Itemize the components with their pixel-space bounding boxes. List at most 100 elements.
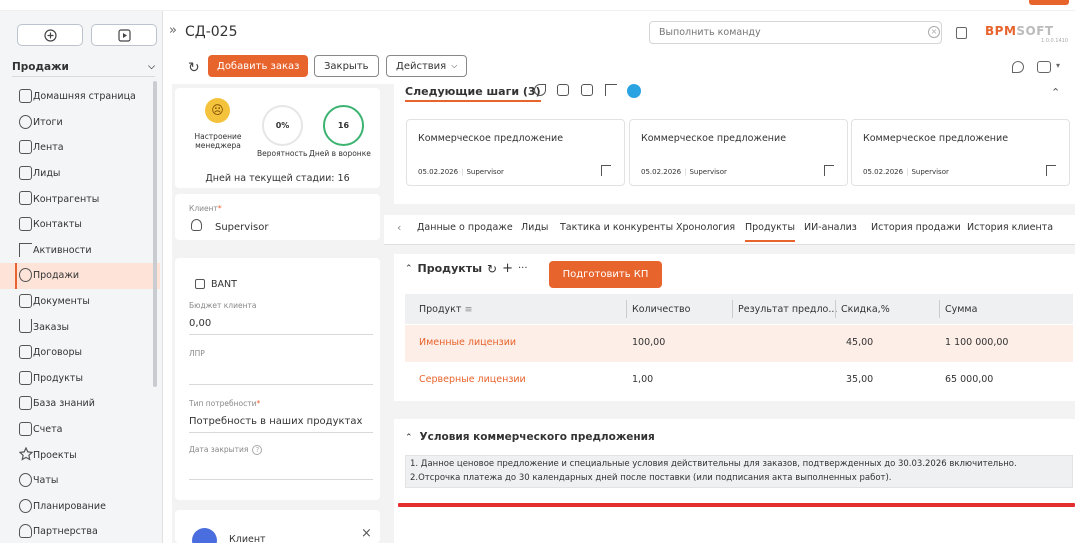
next-steps-title[interactable]: Следующие шаги (3) bbox=[405, 85, 541, 102]
refresh-icon[interactable]: ↻ bbox=[188, 60, 200, 76]
sidebar-item-totals[interactable]: Итоги bbox=[0, 110, 160, 136]
column-divider[interactable] bbox=[626, 300, 627, 318]
need-type-label-text: Тип потребности bbox=[189, 399, 257, 408]
budget-field[interactable]: 0,00 bbox=[189, 318, 211, 329]
help-icon[interactable]: ? bbox=[252, 445, 263, 455]
actions-button[interactable]: Действия ⌵ bbox=[386, 55, 468, 77]
flag-icon[interactable] bbox=[1046, 165, 1056, 176]
more-icon[interactable]: ··· bbox=[518, 263, 528, 274]
sidebar-section-select[interactable]: Продажи ⌵ bbox=[12, 57, 155, 77]
collapse-sidebar-icon[interactable]: » bbox=[169, 23, 177, 38]
next-step-card[interactable]: Коммерческое предложение 05.02.2026 | Supe… bbox=[851, 119, 1070, 186]
book-icon bbox=[19, 396, 32, 411]
next-step-card[interactable]: Коммерческое предложение 05.02.2026 | Supe… bbox=[629, 119, 848, 186]
tab-leads[interactable]: Лиды bbox=[521, 222, 548, 233]
tag-icon[interactable] bbox=[1012, 61, 1024, 73]
actions-label: Действия bbox=[396, 60, 447, 72]
sidebar-item-leads[interactable]: Лиды bbox=[0, 161, 160, 187]
offer-conditions-title[interactable]: ⌃ Условия коммерческого предложения bbox=[405, 431, 655, 443]
phone-icon[interactable] bbox=[534, 84, 546, 96]
tab-products[interactable]: Продукты bbox=[745, 222, 795, 242]
sidebar-item-projects[interactable]: Проекты bbox=[0, 442, 160, 468]
product-link[interactable]: Именные лицензии bbox=[419, 337, 516, 348]
column-header-sum[interactable]: Сумма bbox=[945, 304, 977, 315]
sidebar-item-feed[interactable]: Лента bbox=[0, 135, 160, 161]
mail-icon[interactable] bbox=[557, 84, 569, 96]
chevron-up-icon[interactable]: ⌃ bbox=[405, 264, 413, 274]
column-header-label: Продукт bbox=[419, 304, 462, 315]
sidebar-item-products[interactable]: Продукты bbox=[0, 366, 160, 392]
flag-icon[interactable] bbox=[824, 165, 834, 176]
column-divider[interactable] bbox=[732, 300, 733, 318]
sidebar-item-home[interactable]: Домашняя страница bbox=[0, 84, 160, 110]
tab-ai-analysis[interactable]: ИИ-анализ bbox=[804, 222, 857, 233]
sidebar-item-contacts[interactable]: Контакты bbox=[0, 212, 160, 238]
sidebar-run-button[interactable] bbox=[91, 24, 157, 46]
product-link[interactable]: Серверные лицензии bbox=[419, 374, 526, 385]
sidebar-item-invoices[interactable]: Счета bbox=[0, 417, 160, 443]
document-icon[interactable] bbox=[956, 27, 967, 39]
client-field-value[interactable]: Supervisor bbox=[215, 222, 268, 233]
sidebar-item-partnerships[interactable]: Партнерства bbox=[0, 519, 160, 543]
column-divider[interactable] bbox=[939, 300, 940, 318]
column-header-discount[interactable]: Скидка,% bbox=[841, 304, 890, 315]
column-header-product[interactable]: Продукт ≡ bbox=[419, 304, 472, 315]
command-input[interactable] bbox=[649, 21, 942, 44]
chat-icon[interactable] bbox=[1037, 61, 1051, 73]
bant-title: BANT bbox=[211, 279, 237, 290]
flag-icon[interactable] bbox=[605, 84, 617, 96]
discount-cell: 35,00 bbox=[846, 374, 874, 385]
sidebar-item-opportunities[interactable]: Продажи bbox=[0, 263, 160, 289]
sort-icon[interactable]: ≡ bbox=[464, 304, 472, 315]
prepare-offer-button[interactable]: Подготовить КП bbox=[549, 261, 662, 288]
sidebar-item-contracts[interactable]: Договоры bbox=[0, 340, 160, 366]
clear-icon[interactable]: × bbox=[928, 26, 940, 38]
telegram-icon[interactable] bbox=[627, 84, 641, 98]
chevron-up-icon[interactable]: ⌃ bbox=[1051, 86, 1060, 99]
column-divider[interactable] bbox=[835, 300, 836, 318]
sidebar-item-planning[interactable]: Планирование bbox=[0, 494, 160, 520]
sum-cell: 1 100 000,00 bbox=[945, 337, 1009, 348]
cart-icon bbox=[19, 319, 32, 334]
add-order-button[interactable]: Добавить заказ bbox=[208, 55, 309, 77]
page-title: СД-025 bbox=[185, 24, 238, 40]
sidebar-add-button[interactable] bbox=[17, 24, 83, 46]
table-row[interactable]: Именные лицензии 100,00 45,00 1 100 000,… bbox=[405, 325, 1073, 362]
sidebar-item-orders[interactable]: Заказы bbox=[0, 314, 160, 340]
tab-tactics[interactable]: Тактика и конкуренты bbox=[560, 222, 673, 233]
offer-conditions-title-text: Условия коммерческого предложения bbox=[419, 431, 655, 443]
sidebar-item-chats[interactable]: Чаты bbox=[0, 468, 160, 494]
error-underline bbox=[398, 503, 1075, 507]
sidebar-scrollbar[interactable] bbox=[153, 81, 157, 387]
flag-icon[interactable] bbox=[601, 165, 611, 176]
tab-timeline[interactable]: Хронология bbox=[676, 222, 735, 233]
close-button[interactable]: Закрыть bbox=[314, 55, 379, 77]
plus-icon[interactable]: + bbox=[502, 261, 513, 276]
chevron-left-icon[interactable]: ‹ bbox=[397, 221, 401, 234]
document-icon[interactable] bbox=[581, 84, 593, 96]
bottom-client-card: Клиент × bbox=[175, 510, 380, 543]
next-step-date: 05.02.2026 bbox=[641, 168, 682, 176]
offer-conditions-text[interactable]: 1. Данное ценовое предложение и специаль… bbox=[405, 455, 1073, 488]
budget-label: Бюджет клиента bbox=[189, 301, 257, 310]
table-row[interactable]: Серверные лицензии 1,00 35,00 65 000,00 bbox=[405, 362, 1073, 399]
sidebar-item-label: Документы bbox=[33, 296, 90, 308]
sidebar-item-documents[interactable]: Документы bbox=[0, 289, 160, 315]
tab-sale-history[interactable]: История продажи bbox=[871, 222, 961, 233]
chevron-down-icon[interactable]: ▾ bbox=[1056, 61, 1060, 70]
flag-icon bbox=[19, 242, 32, 257]
close-date-field[interactable] bbox=[189, 479, 373, 480]
sidebar-item-knowledge-base[interactable]: База знаний bbox=[0, 391, 160, 417]
need-type-field[interactable]: Потребность в наших продуктах bbox=[189, 416, 362, 427]
column-header-result[interactable]: Результат предло... bbox=[738, 304, 837, 315]
refresh-icon[interactable]: ↻ bbox=[487, 262, 497, 276]
column-header-quantity[interactable]: Количество bbox=[632, 304, 690, 315]
tab-sale-data[interactable]: Данные о продаже bbox=[417, 222, 513, 233]
sidebar-item-accounts[interactable]: Контрагенты bbox=[0, 186, 160, 212]
next-step-card[interactable]: Коммерческое предложение 05.02.2026 | Supe… bbox=[406, 119, 625, 186]
tab-client-history[interactable]: История клиента bbox=[967, 222, 1053, 233]
sidebar-item-activities[interactable]: Активности bbox=[0, 238, 160, 264]
close-icon[interactable]: × bbox=[361, 526, 372, 541]
lpr-field[interactable] bbox=[189, 384, 373, 385]
sidebar-item-label: Лиды bbox=[33, 168, 61, 180]
